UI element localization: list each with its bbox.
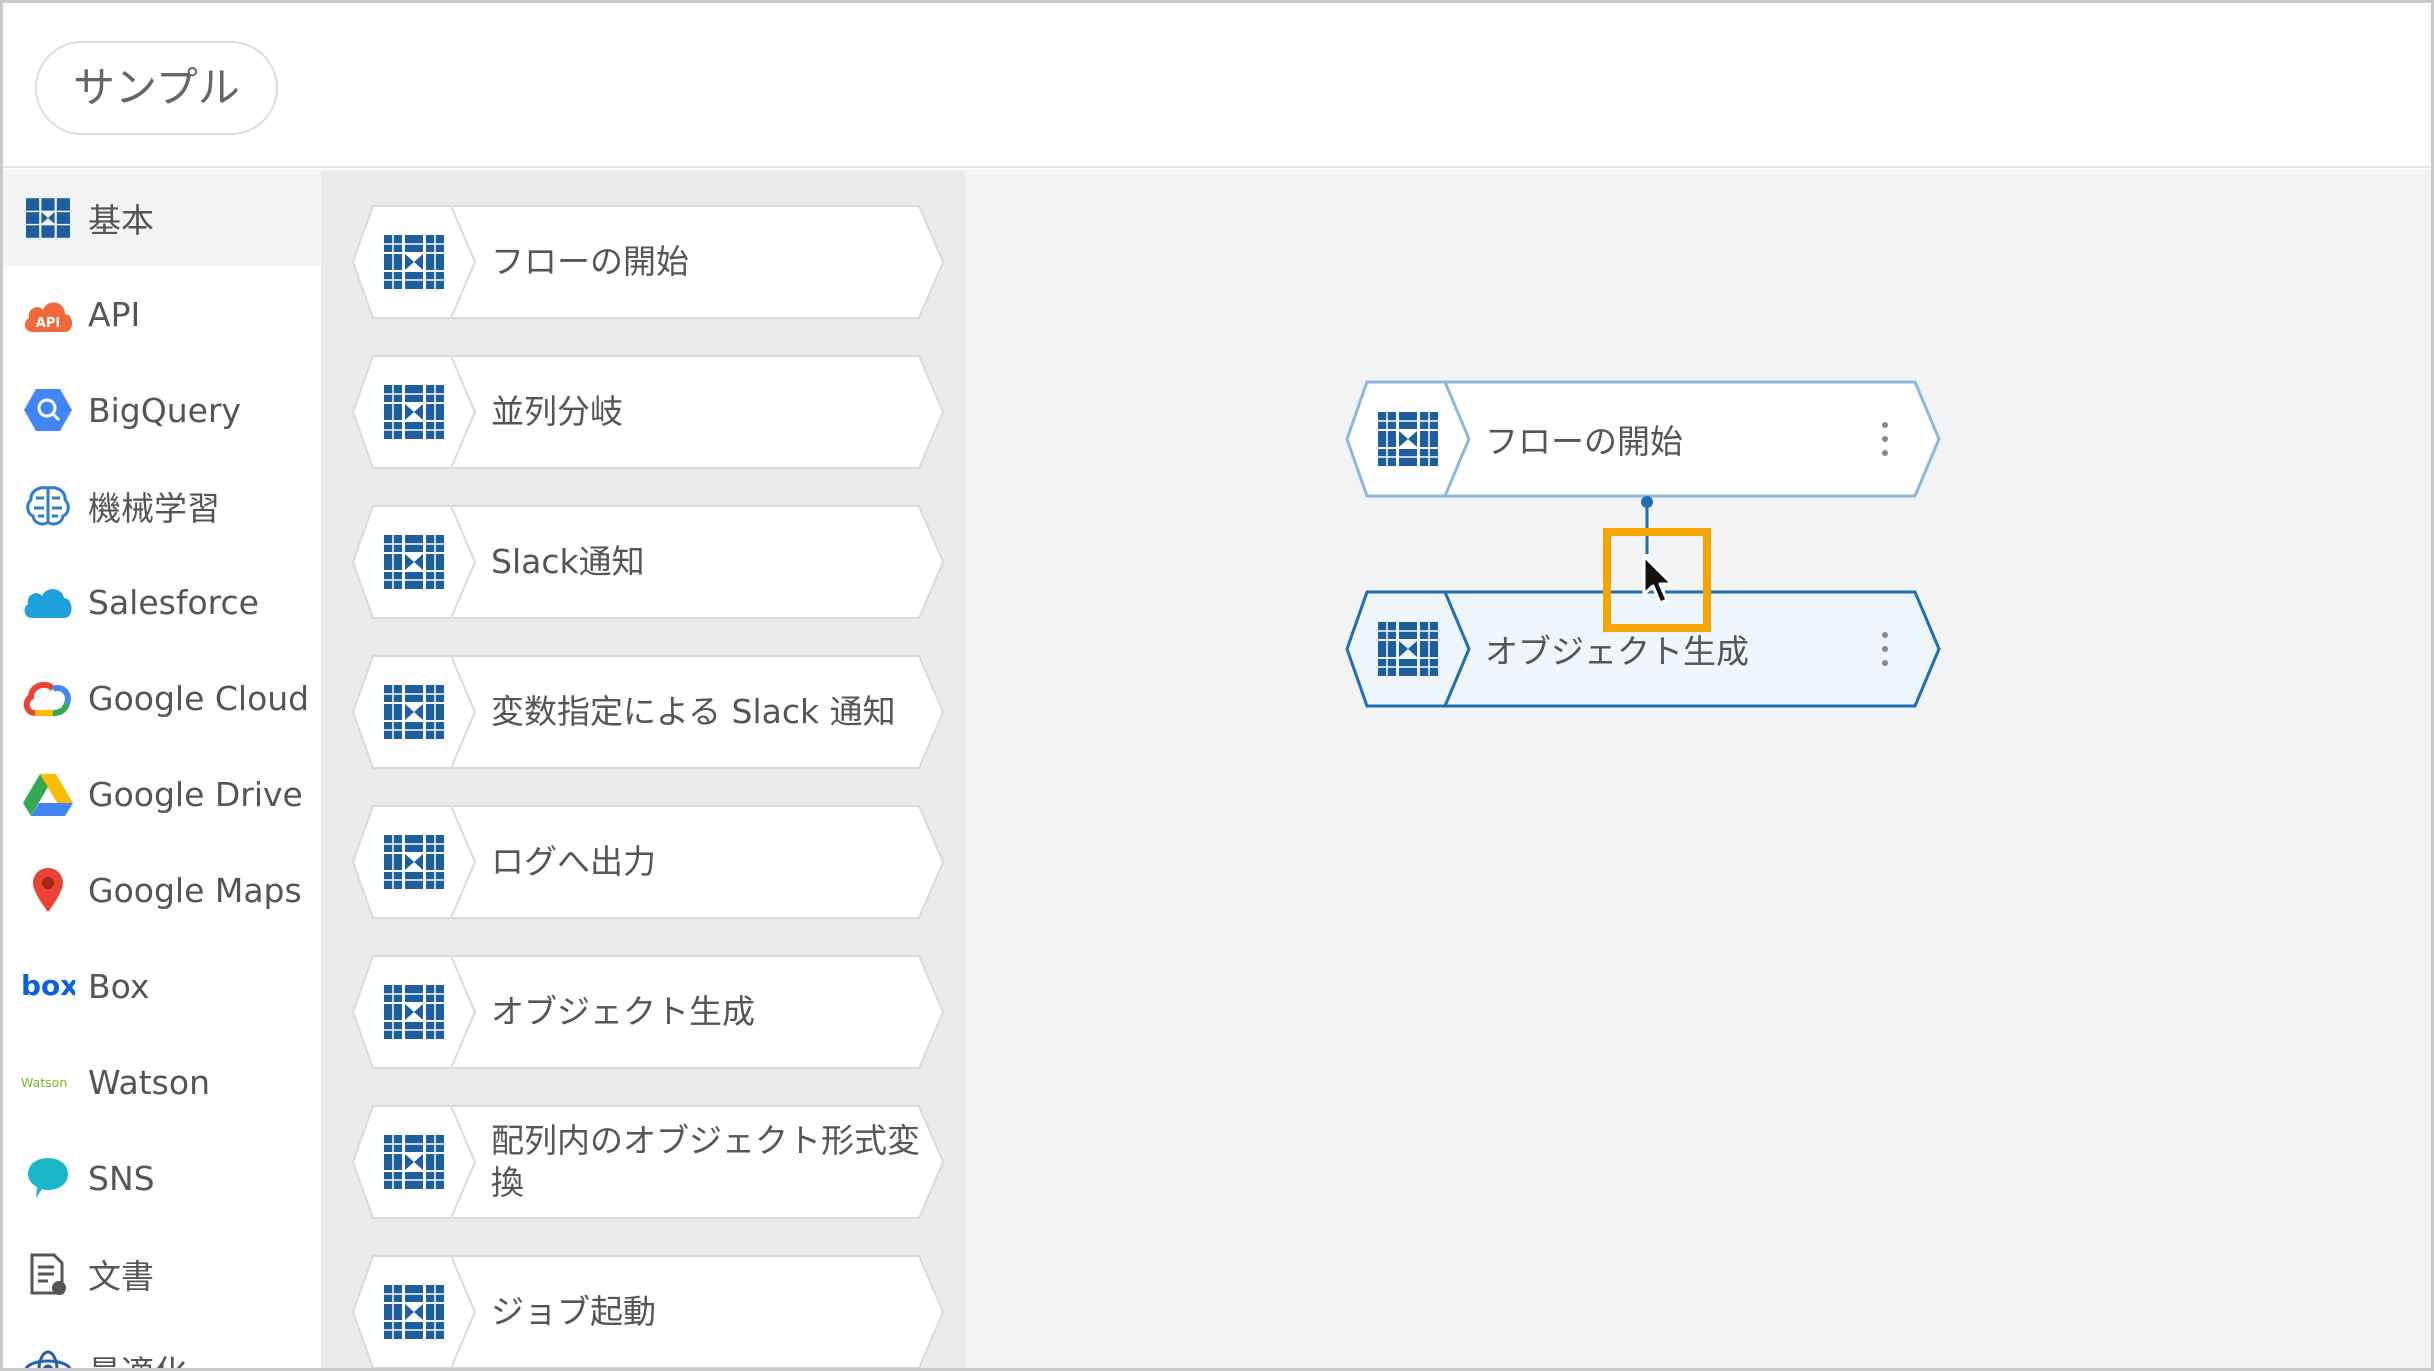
blocks-icon bbox=[381, 232, 447, 292]
blocks-icon bbox=[1375, 619, 1441, 679]
category-label: 文書 bbox=[88, 1257, 154, 1296]
category-label: Watson bbox=[88, 1062, 210, 1102]
palette-block[interactable]: 配列内のオブジェクト形式変換 bbox=[351, 1104, 945, 1220]
document-icon bbox=[21, 1247, 75, 1301]
category-box[interactable]: box Box bbox=[3, 938, 321, 1034]
category-bigquery[interactable]: BigQuery bbox=[3, 362, 321, 458]
category-optimize[interactable]: 最適化 bbox=[3, 1322, 321, 1368]
flow-title[interactable]: サンプル bbox=[35, 41, 278, 135]
palette-block-label: Slack通知 bbox=[491, 542, 645, 581]
palette-block[interactable]: Slack通知 bbox=[351, 504, 945, 620]
category-document[interactable]: 文書 bbox=[3, 1226, 321, 1322]
node-label: フローの開始 bbox=[1485, 422, 1683, 461]
palette-block[interactable]: ログへ出力 bbox=[351, 804, 945, 920]
category-basic[interactable]: 基本 bbox=[3, 170, 321, 266]
category-label: Google Cloud bbox=[88, 678, 310, 718]
optimize-icon bbox=[21, 1343, 75, 1368]
more-options-icon[interactable] bbox=[1879, 422, 1891, 456]
palette-block-label: ログへ出力 bbox=[491, 842, 656, 881]
watson-logo-icon: Watson bbox=[21, 1055, 75, 1109]
google-cloud-icon bbox=[21, 671, 75, 725]
blocks-icon bbox=[381, 982, 447, 1042]
blocks-icon bbox=[381, 832, 447, 892]
svg-text:Watson: Watson bbox=[21, 1075, 67, 1090]
palette-block[interactable]: 並列分岐 bbox=[351, 354, 945, 470]
category-label: SNS bbox=[88, 1158, 155, 1198]
blocks-icon bbox=[21, 191, 75, 245]
box-logo-icon: box bbox=[21, 959, 75, 1013]
category-google-maps[interactable]: Google Maps bbox=[3, 842, 321, 938]
category-salesforce[interactable]: Salesforce bbox=[3, 554, 321, 650]
blocks-icon bbox=[381, 532, 447, 592]
palette-block-label: ジョブ起動 bbox=[491, 1292, 656, 1331]
brain-icon bbox=[21, 479, 75, 533]
category-label: Google Maps bbox=[88, 870, 302, 910]
category-label: Google Drive bbox=[88, 774, 303, 814]
canvas-node-flow-start[interactable]: フローの開始 bbox=[1345, 380, 1941, 498]
palette-block[interactable]: フローの開始 bbox=[351, 204, 945, 320]
more-options-icon[interactable] bbox=[1879, 632, 1891, 666]
palette-block-label: 変数指定による Slack 通知 bbox=[491, 692, 896, 731]
salesforce-cloud-icon bbox=[21, 575, 75, 629]
category-sns[interactable]: SNS bbox=[3, 1130, 321, 1226]
category-label: BigQuery bbox=[88, 390, 242, 430]
category-sidebar: 基本 API API BigQuery 機械学習 Salesforce Goog… bbox=[3, 170, 321, 1368]
blocks-icon bbox=[381, 1132, 447, 1192]
blocks-icon bbox=[381, 682, 447, 742]
palette-block-label: 配列内のオブジェクト形式変換 bbox=[491, 1121, 920, 1202]
blocks-icon bbox=[381, 1282, 447, 1342]
category-label: 最適化 bbox=[88, 1346, 187, 1368]
category-watson[interactable]: Watson Watson bbox=[3, 1034, 321, 1130]
svg-text:API: API bbox=[36, 316, 60, 331]
palette-block[interactable]: ジョブ起動 bbox=[351, 1254, 945, 1368]
header-bar: サンプル bbox=[3, 3, 2431, 168]
google-drive-icon bbox=[21, 767, 75, 821]
blocks-icon bbox=[381, 382, 447, 442]
palette-block-label: オブジェクト生成 bbox=[491, 992, 755, 1031]
category-api[interactable]: API API bbox=[3, 266, 321, 362]
palette-block[interactable]: オブジェクト生成 bbox=[351, 954, 945, 1070]
api-cloud-icon: API bbox=[21, 287, 75, 341]
flow-canvas[interactable]: フローの開始 オブジェクト生成 bbox=[965, 170, 2431, 1368]
chat-bubble-icon bbox=[21, 1151, 75, 1205]
svg-text:box: box bbox=[21, 971, 75, 1001]
category-label: Salesforce bbox=[88, 582, 259, 622]
palette-block[interactable]: 変数指定による Slack 通知 bbox=[351, 654, 945, 770]
category-label: 基本 bbox=[88, 201, 154, 240]
block-palette: フローの開始 並列分岐 Slack通知変数指定による Slack 通知 ログへ出力オブ… bbox=[321, 170, 965, 1368]
category-label: 機械学習 bbox=[88, 489, 220, 528]
category-google-cloud[interactable]: Google Cloud bbox=[3, 650, 321, 746]
map-pin-icon bbox=[21, 863, 75, 917]
category-google-drive[interactable]: Google Drive bbox=[3, 746, 321, 842]
mouse-cursor-icon bbox=[1642, 554, 1674, 605]
category-label: Box bbox=[88, 966, 150, 1006]
bigquery-icon bbox=[21, 383, 75, 437]
palette-block-label: 並列分岐 bbox=[491, 392, 623, 431]
category-label: API bbox=[88, 294, 141, 334]
palette-block-label: フローの開始 bbox=[491, 242, 689, 281]
blocks-icon bbox=[1375, 409, 1441, 469]
category-machine-learning[interactable]: 機械学習 bbox=[3, 458, 321, 554]
app-window: サンプル 基本 API API BigQuery 機械学習 Salesforce… bbox=[0, 0, 2434, 1371]
